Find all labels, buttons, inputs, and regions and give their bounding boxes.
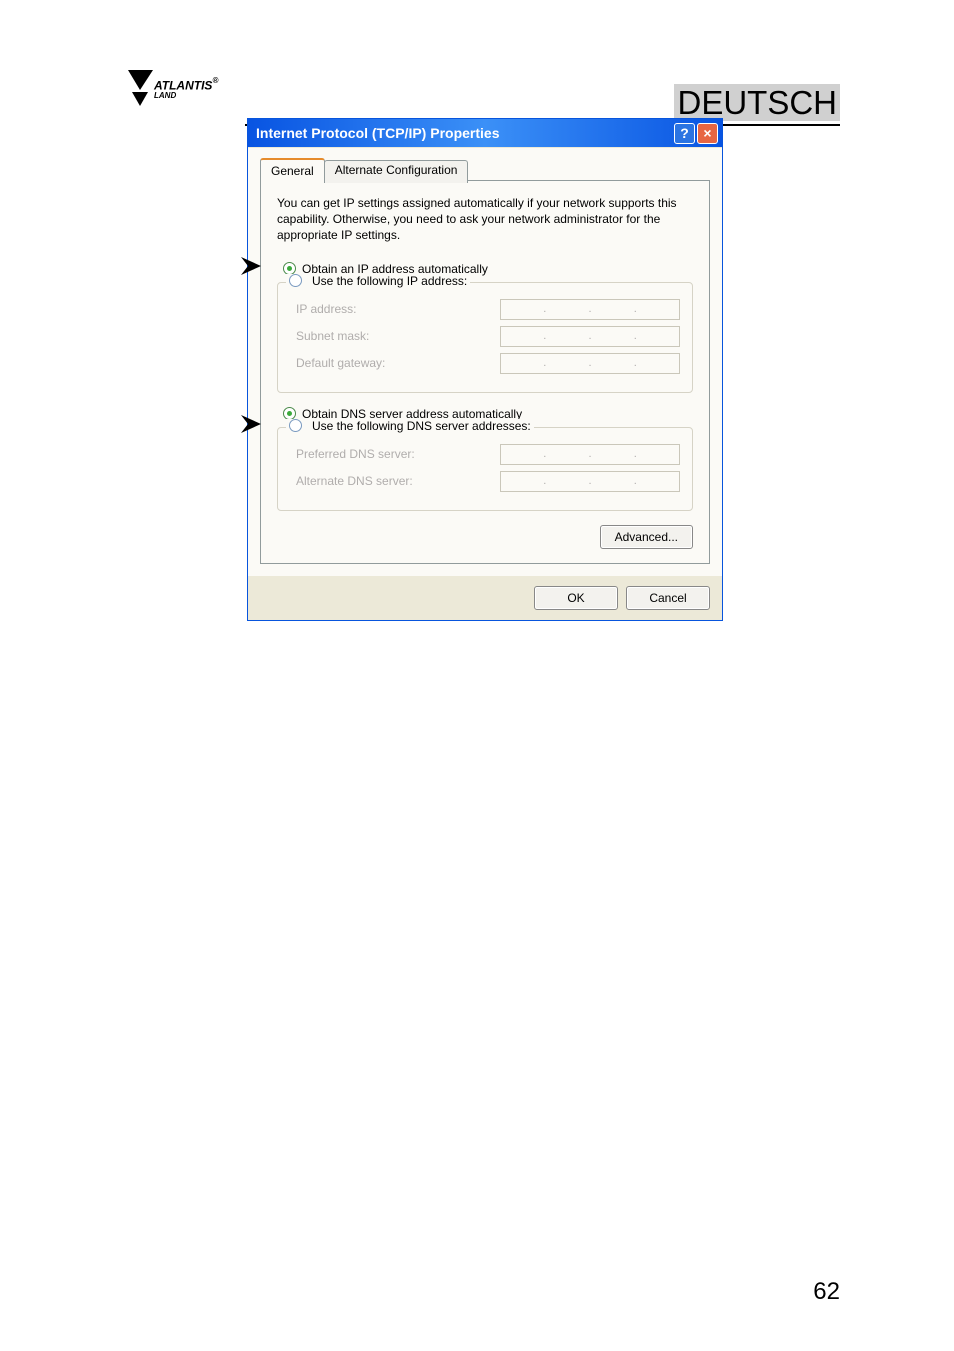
cancel-button[interactable]: Cancel [626, 586, 710, 610]
dialog-buttons: OK Cancel [248, 576, 722, 620]
ip-manual-group: Use the following IP address: IP address… [277, 282, 693, 393]
radio-label: Use the following DNS server addresses: [312, 419, 531, 433]
tab-alternate[interactable]: Alternate Configuration [324, 160, 469, 183]
advanced-button[interactable]: Advanced... [600, 525, 693, 549]
ok-button[interactable]: OK [534, 586, 618, 610]
brand-name: ATLANTIS [154, 78, 212, 92]
help-button[interactable]: ? [674, 123, 695, 144]
radio-label: Use the following IP address: [312, 274, 467, 288]
subnet-mask-input: ... [500, 326, 680, 347]
ip-address-label: IP address: [290, 302, 356, 316]
subnet-mask-label: Subnet mask: [290, 329, 369, 343]
titlebar[interactable]: Internet Protocol (TCP/IP) Properties ? … [248, 119, 722, 147]
alternate-dns-input: ... [500, 471, 680, 492]
preferred-dns-input: ... [500, 444, 680, 465]
pointer-arrow-icon [239, 255, 269, 277]
dns-manual-group: Use the following DNS server addresses: … [277, 427, 693, 511]
ip-address-input: ... [500, 299, 680, 320]
brand-logo: ATLANTIS® LAND [118, 62, 228, 127]
radio-dns-manual[interactable] [289, 419, 302, 432]
brand-sub: LAND [154, 91, 218, 100]
dialog-title: Internet Protocol (TCP/IP) Properties [256, 125, 672, 141]
radio-ip-manual[interactable] [289, 274, 302, 287]
page-number: 62 [813, 1278, 840, 1306]
tcpip-properties-dialog: Internet Protocol (TCP/IP) Properties ? … [247, 118, 723, 621]
tabs: General Alternate Configuration [260, 158, 710, 181]
default-gateway-label: Default gateway: [290, 356, 385, 370]
alternate-dns-label: Alternate DNS server: [290, 474, 413, 488]
brand-reg: ® [212, 76, 218, 85]
tab-general[interactable]: General [260, 158, 325, 181]
default-gateway-input: ... [500, 353, 680, 374]
preferred-dns-label: Preferred DNS server: [290, 447, 415, 461]
tab-panel-general: You can get IP settings assigned automat… [260, 180, 710, 564]
intro-text: You can get IP settings assigned automat… [277, 195, 693, 244]
close-button[interactable]: × [697, 123, 718, 144]
pointer-arrow-icon [239, 413, 269, 435]
